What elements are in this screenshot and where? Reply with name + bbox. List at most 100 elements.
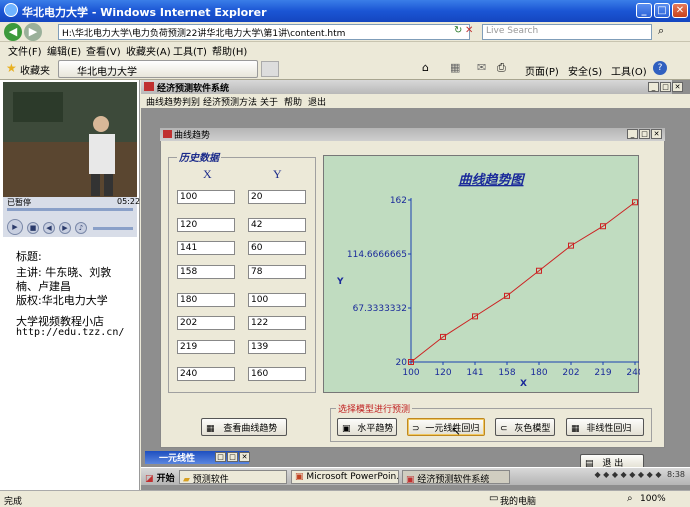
x-tick-label: 219: [594, 368, 611, 378]
forward-button[interactable]: ▶: [24, 23, 42, 41]
tools-menu[interactable]: 工具(O): [611, 63, 647, 78]
maximize-button[interactable]: □: [654, 3, 670, 18]
task-powerpoint[interactable]: ▣ Microsoft PowerPoin...: [291, 470, 399, 484]
zoom-icon[interactable]: ⌕: [627, 493, 633, 504]
back-button[interactable]: ◀: [4, 23, 22, 41]
favorites-star-icon[interactable]: ★: [6, 61, 17, 75]
page-menu[interactable]: 页面(P): [525, 63, 559, 78]
dialog-minimize-button[interactable]: _: [627, 129, 638, 139]
refresh-icon[interactable]: ↻: [454, 25, 462, 36]
favorites-button[interactable]: 收藏夹: [20, 62, 50, 77]
y-cell[interactable]: 100: [248, 293, 306, 307]
linear-regression-button[interactable]: ⊃ 一元线性回归: [407, 418, 485, 436]
x-tick-label: 240: [626, 368, 640, 378]
x-cell[interactable]: 100: [177, 190, 235, 204]
volume-slider[interactable]: [93, 227, 133, 230]
player-time: 05:22: [117, 197, 141, 206]
start-button[interactable]: ◪ 开始: [143, 470, 177, 484]
search-icon[interactable]: ⌕: [658, 24, 664, 38]
grey-model-label: 灰色模型: [514, 424, 551, 434]
menu-file[interactable]: 文件(F): [8, 43, 42, 58]
x-cell[interactable]: 219: [177, 340, 235, 354]
x-cell[interactable]: 120: [177, 218, 235, 232]
x-axis-label: X: [520, 379, 527, 389]
y-cell[interactable]: 78: [248, 265, 306, 279]
x-tick-label: 202: [562, 368, 579, 378]
x-cell[interactable]: 202: [177, 316, 235, 330]
app-menu-help[interactable]: 帮助: [284, 95, 302, 108]
stop-icon[interactable]: ✕: [465, 25, 473, 36]
player-status: 已暂停: [7, 198, 31, 207]
menu-edit[interactable]: 编辑(E): [47, 43, 81, 58]
nonlinear-regression-button[interactable]: ▦ 非线性回归: [566, 418, 644, 436]
app-minimize-button[interactable]: _: [648, 82, 659, 92]
print-icon[interactable]: ⎙: [497, 61, 506, 75]
y-cell[interactable]: 60: [248, 241, 306, 255]
play-button[interactable]: ▶: [7, 219, 23, 235]
y-cell[interactable]: 20: [248, 190, 306, 204]
y-axis-label: Y: [336, 277, 344, 287]
home-icon[interactable]: ⌂: [422, 61, 429, 74]
mini-restore-button[interactable]: □: [215, 452, 226, 462]
windows-logo-icon: ◪: [145, 474, 154, 484]
x-tick-label: 141: [466, 368, 483, 378]
prev-button[interactable]: ◀: [43, 222, 55, 234]
mute-button[interactable]: ♪: [75, 222, 87, 234]
menu-help[interactable]: 帮助(H): [212, 43, 247, 58]
x-tick-label: 100: [402, 368, 419, 378]
menu-view[interactable]: 查看(V): [86, 43, 121, 58]
status-bar: 完成 ▭ 我的电脑 ⌕ 100%: [0, 490, 690, 507]
y-cell[interactable]: 139: [248, 340, 306, 354]
app-menu-trend[interactable]: 曲线趋势判别: [146, 95, 200, 108]
address-input[interactable]: H:\华北电力大学\电力负荷预测22讲华北电力大学\第1讲\content.ht…: [58, 24, 470, 40]
app-menu-about[interactable]: 关于: [260, 95, 278, 108]
address-bar-row: ◀ ▶ H:\华北电力大学\电力负荷预测22讲华北电力大学\第1讲\conten…: [0, 22, 690, 42]
seek-bar[interactable]: [7, 208, 133, 211]
help-icon[interactable]: ?: [653, 61, 667, 75]
model-icon: ▦: [571, 424, 580, 434]
dialog-title-bar: 曲线趋势: [160, 128, 665, 141]
app-menu-methods[interactable]: 经济预测方法: [203, 95, 257, 108]
close-button[interactable]: ✕: [672, 3, 688, 18]
dialog-title: 曲线趋势: [174, 131, 211, 141]
mail-icon[interactable]: ✉: [477, 61, 486, 74]
search-input[interactable]: Live Search: [482, 24, 652, 40]
view-trend-button[interactable]: ▦ 查看曲线趋势: [201, 418, 287, 436]
app-close-button[interactable]: ✕: [672, 82, 683, 92]
stop-button[interactable]: ■: [27, 222, 39, 234]
tab-active[interactable]: 华北电力大学: [58, 60, 258, 78]
x-cell[interactable]: 141: [177, 241, 235, 255]
dialog-close-button[interactable]: ✕: [651, 129, 662, 139]
zoom-level[interactable]: 100%: [640, 494, 666, 504]
mini-close-button[interactable]: ✕: [239, 452, 250, 462]
safety-menu[interactable]: 安全(S): [568, 63, 602, 78]
app-restore-button[interactable]: □: [660, 82, 671, 92]
model-icon: ⊃: [412, 424, 420, 434]
horizontal-trend-button[interactable]: ▣ 水平趋势: [337, 418, 397, 436]
series-line: [410, 201, 636, 363]
task-forecast-app[interactable]: ▣ 经济预测软件系统: [402, 470, 510, 484]
tray-icons[interactable]: ◆ ◆ ◆ ◆ ◆ ◆ ◆ ◆: [594, 470, 661, 479]
shop-url[interactable]: http://edu.tzz.cn/: [16, 327, 124, 338]
task-label: Microsoft PowerPoin...: [306, 472, 399, 482]
minimize-button[interactable]: _: [636, 3, 652, 18]
y-cell[interactable]: 160: [248, 367, 306, 381]
mini-maximize-button[interactable]: □: [227, 452, 238, 462]
tabs-row: ★ 收藏夹 华北电力大学 ⌂ ▦ ✉ ⎙ 页面(P) 安全(S) 工具(O) ?: [0, 58, 690, 80]
menu-favorites[interactable]: 收藏夹(A): [126, 43, 171, 58]
y-cell[interactable]: 122: [248, 316, 306, 330]
app-menu-exit[interactable]: 退出: [308, 95, 326, 108]
y-cell[interactable]: 42: [248, 218, 306, 232]
x-cell[interactable]: 158: [177, 265, 235, 279]
next-button[interactable]: ▶: [59, 222, 71, 234]
x-cell[interactable]: 240: [177, 367, 235, 381]
task-forecast-folder[interactable]: ▰ 预测软件: [179, 470, 287, 484]
menu-tools[interactable]: 工具(T): [173, 43, 207, 58]
grey-model-button[interactable]: ⊂ 灰色模型: [495, 418, 555, 436]
new-tab-button[interactable]: [261, 61, 279, 77]
lecture-video[interactable]: [3, 82, 137, 197]
trend-chart: 曲线趋势图 Y X 20 67.3333332 114.6666665 162 100 1…: [323, 155, 644, 393]
x-cell[interactable]: 180: [177, 293, 235, 307]
feeds-icon[interactable]: ▦: [450, 61, 460, 74]
dialog-maximize-button[interactable]: □: [639, 129, 650, 139]
